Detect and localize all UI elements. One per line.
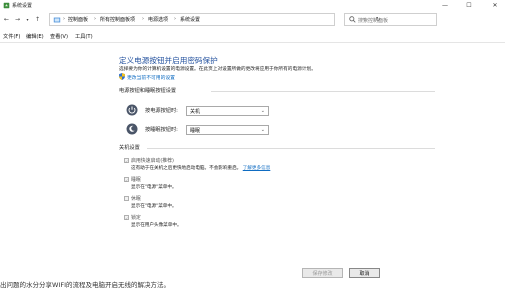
checkmark-icon: ✓	[125, 178, 129, 183]
underlying-document-text: 出问题的水分分享WIFI的流程及电脑开启无线的解决方法。	[0, 281, 170, 289]
group-divider	[147, 148, 435, 149]
minimize-button[interactable]: —	[438, 0, 452, 10]
breadcrumb-separator-icon: ›	[94, 16, 96, 22]
checkmark-icon: ✓	[125, 216, 129, 221]
sleep-button-label: 按睡眠按钮时:	[145, 127, 178, 133]
minimize-icon: —	[442, 1, 448, 9]
search-icon	[349, 16, 356, 23]
sleep-checkbox[interactable]: ✓	[124, 177, 129, 183]
learn-more-link[interactable]: 了解更多信息	[243, 166, 271, 171]
fast-startup-label: 启用快速启动(推荐)	[131, 158, 174, 164]
lock-label: 锁定	[131, 215, 141, 221]
fast-startup-checkbox[interactable]: ✓	[124, 158, 129, 164]
address-bar[interactable]: › 控制面板 › 所有控制面板项 › 电源选项 › 系统设置 ⌄ ↻	[49, 13, 381, 26]
window-title: 系统设置	[12, 3, 33, 9]
menu-bar: 文件(F) 编辑(E) 查看(V) 工具(T)	[0, 30, 505, 42]
power-button-action-select[interactable]: 关机 ⌄	[186, 106, 269, 116]
sleep-button-action-value: 睡眠	[190, 128, 201, 134]
menu-tools[interactable]: 工具(T)	[75, 33, 93, 40]
back-button[interactable]: ←	[2, 15, 11, 24]
lock-description: 显示在用户头像菜单中。	[131, 223, 182, 228]
up-arrow-icon: ↑	[34, 16, 41, 23]
up-button[interactable]: ↑	[33, 15, 42, 24]
power-buttons-heading: 电源按钮和睡眠按钮设置	[119, 88, 177, 94]
breadcrumb-system-settings[interactable]: 系统设置	[180, 16, 200, 23]
sleep-button-icon	[126, 123, 138, 135]
app-icon	[3, 2, 10, 9]
recent-locations-button[interactable]: ▾	[23, 15, 32, 24]
forward-button[interactable]: →	[13, 15, 22, 24]
change-unavailable-settings-link[interactable]: 更改当前不可用的设置	[127, 74, 175, 81]
power-button-icon	[126, 104, 138, 116]
power-button-label: 按电源按钮时:	[145, 108, 178, 114]
search-placeholder: 搜索控制面板	[358, 18, 389, 24]
power-button-action-value: 关机	[190, 109, 201, 115]
sleep-button-action-select[interactable]: 睡眠 ⌄	[186, 125, 269, 135]
chevron-down-icon: ⌄	[260, 127, 265, 133]
breadcrumb-separator-icon: ›	[63, 16, 65, 22]
hibernate-checkbox[interactable]	[124, 196, 129, 201]
page-title: 定义电源按钮并启用密码保护	[119, 56, 218, 65]
save-changes-button[interactable]: 保存修改	[302, 268, 343, 278]
cancel-button[interactable]: 取消	[349, 268, 380, 278]
breadcrumb-all-items[interactable]: 所有控制面板项	[100, 16, 135, 23]
page-description: 选择要为你的计算机设置的电源设置。在此页上对设置所做的更改将应用于你所有的电源计…	[119, 67, 316, 72]
close-button[interactable]: ✕	[488, 0, 502, 10]
lock-checkbox[interactable]: ✓	[124, 215, 129, 221]
maximize-button[interactable]: ☐	[462, 0, 476, 10]
hibernate-label: 休眠	[131, 196, 141, 202]
fast-startup-desc-text: 这有助于在关机之后更快地启动电脑。不会影响重启。	[131, 166, 242, 171]
breadcrumb-separator-icon: ›	[142, 16, 144, 22]
sleep-label: 睡眠	[131, 177, 141, 183]
fast-startup-description: 这有助于在关机之后更快地启动电脑。不会影响重启。 了解更多信息	[131, 165, 270, 171]
menu-edit[interactable]: 编辑(E)	[26, 33, 44, 40]
shutdown-settings-heading: 关机设置	[119, 145, 140, 151]
maximize-icon: ☐	[466, 1, 472, 9]
chevron-down-icon: ⌄	[260, 108, 265, 114]
title-bar: 系统设置 — ☐ ✕	[0, 0, 505, 11]
content-pane	[0, 42, 505, 264]
group-divider	[211, 91, 435, 92]
uac-shield-icon	[119, 73, 125, 80]
menu-file[interactable]: 文件(F)	[3, 33, 20, 40]
breadcrumb-power-options[interactable]: 电源选项	[148, 16, 168, 23]
chevron-down-icon: ▾	[26, 17, 29, 22]
breadcrumb-control-panel[interactable]: 控制面板	[68, 16, 88, 23]
hibernate-description: 显示在"电源"菜单中。	[131, 204, 177, 209]
checkmark-icon: ✓	[125, 159, 129, 164]
forward-arrow-icon: →	[14, 16, 21, 23]
breadcrumb-separator-icon: ›	[174, 16, 176, 22]
back-arrow-icon: ←	[3, 16, 10, 23]
menu-view[interactable]: 查看(V)	[50, 33, 68, 40]
control-panel-icon	[53, 17, 61, 23]
search-box[interactable]: 搜索控制面板	[344, 13, 437, 26]
sleep-description: 显示在"电源"菜单中。	[131, 185, 177, 190]
close-icon: ✕	[492, 1, 498, 9]
